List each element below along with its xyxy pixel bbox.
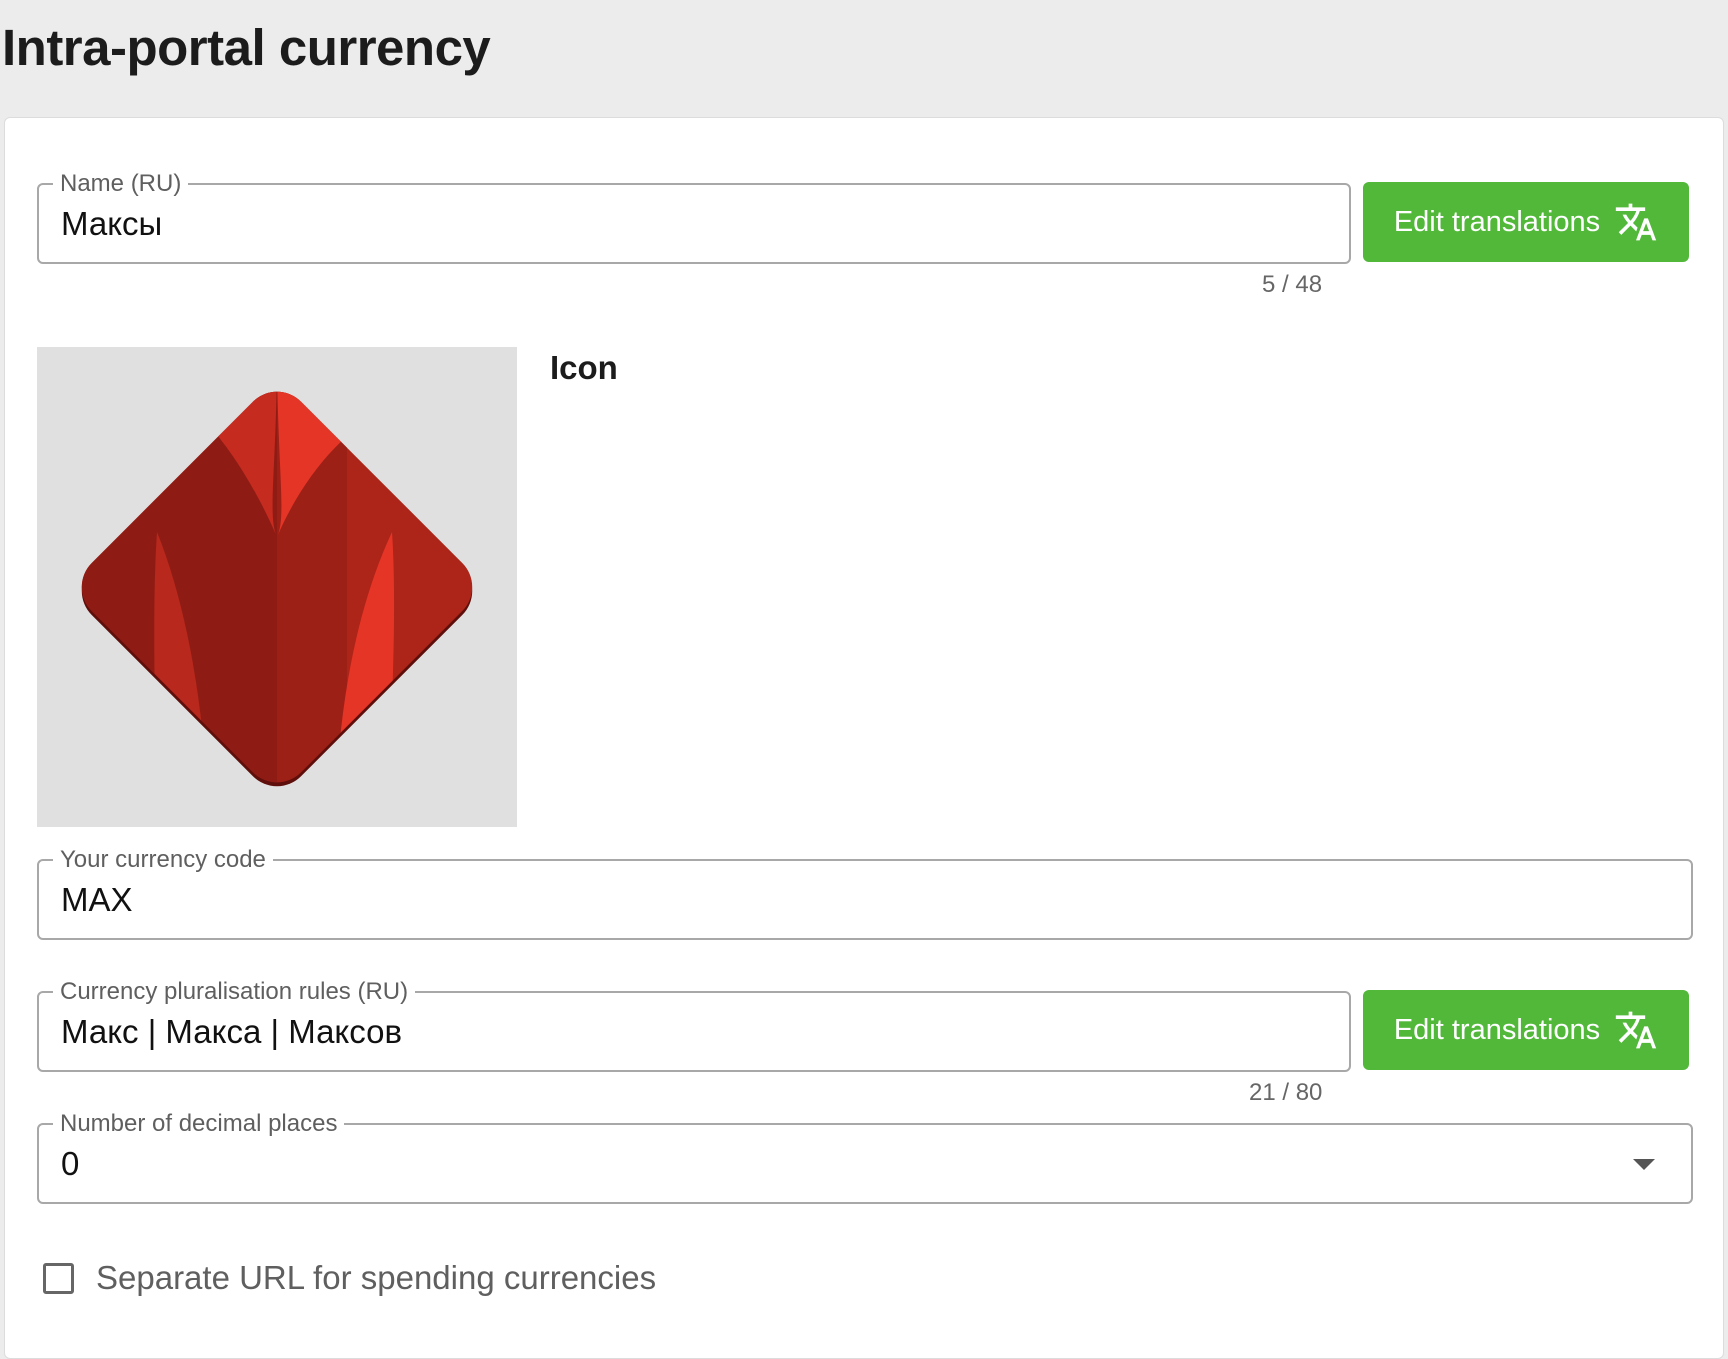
name-ru-value: Максы [61, 204, 163, 242]
decimal-places-label: Number of decimal places [53, 1110, 345, 1138]
separate-url-option[interactable]: Separate URL for spending currencies [43, 1259, 656, 1297]
edit-translations-plural-label: Edit translations [1393, 1013, 1601, 1046]
pluralisation-rules-field[interactable]: Currency pluralisation rules (RU) Макс |… [37, 978, 1351, 1072]
edit-translations-name-label: Edit translations [1393, 205, 1601, 238]
separate-url-checkbox[interactable] [43, 1262, 74, 1294]
currency-settings-card: Name (RU) Максы 5 / 48 Edit translations [4, 117, 1724, 1359]
translate-icon [1615, 1011, 1657, 1049]
edit-translations-plural-button[interactable]: Edit translations [1363, 990, 1689, 1070]
currency-code-value: MAX [61, 880, 133, 918]
red-gem-icon [67, 377, 487, 797]
pluralisation-rules-counter: 21 / 80 [1249, 1079, 1323, 1106]
translate-icon [1615, 203, 1657, 241]
separate-url-label: Separate URL for spending currencies [96, 1259, 657, 1296]
currency-icon-preview[interactable] [37, 347, 517, 827]
currency-code-field[interactable]: Your currency code MAX [37, 846, 1693, 940]
decimal-places-select[interactable]: Number of decimal places 0 [37, 1110, 1693, 1204]
name-ru-counter: 5 / 48 [1262, 271, 1323, 298]
decimal-places-value: 0 [61, 1144, 80, 1182]
pluralisation-rules-value: Макс | Макса | Максов [61, 1012, 402, 1050]
icon-section-label: Icon [550, 349, 618, 386]
chevron-down-icon[interactable] [1633, 1158, 1655, 1170]
page-title: Intra-portal currency [2, 19, 491, 76]
edit-translations-name-button[interactable]: Edit translations [1363, 182, 1689, 262]
name-ru-field[interactable]: Name (RU) Максы [37, 170, 1351, 264]
